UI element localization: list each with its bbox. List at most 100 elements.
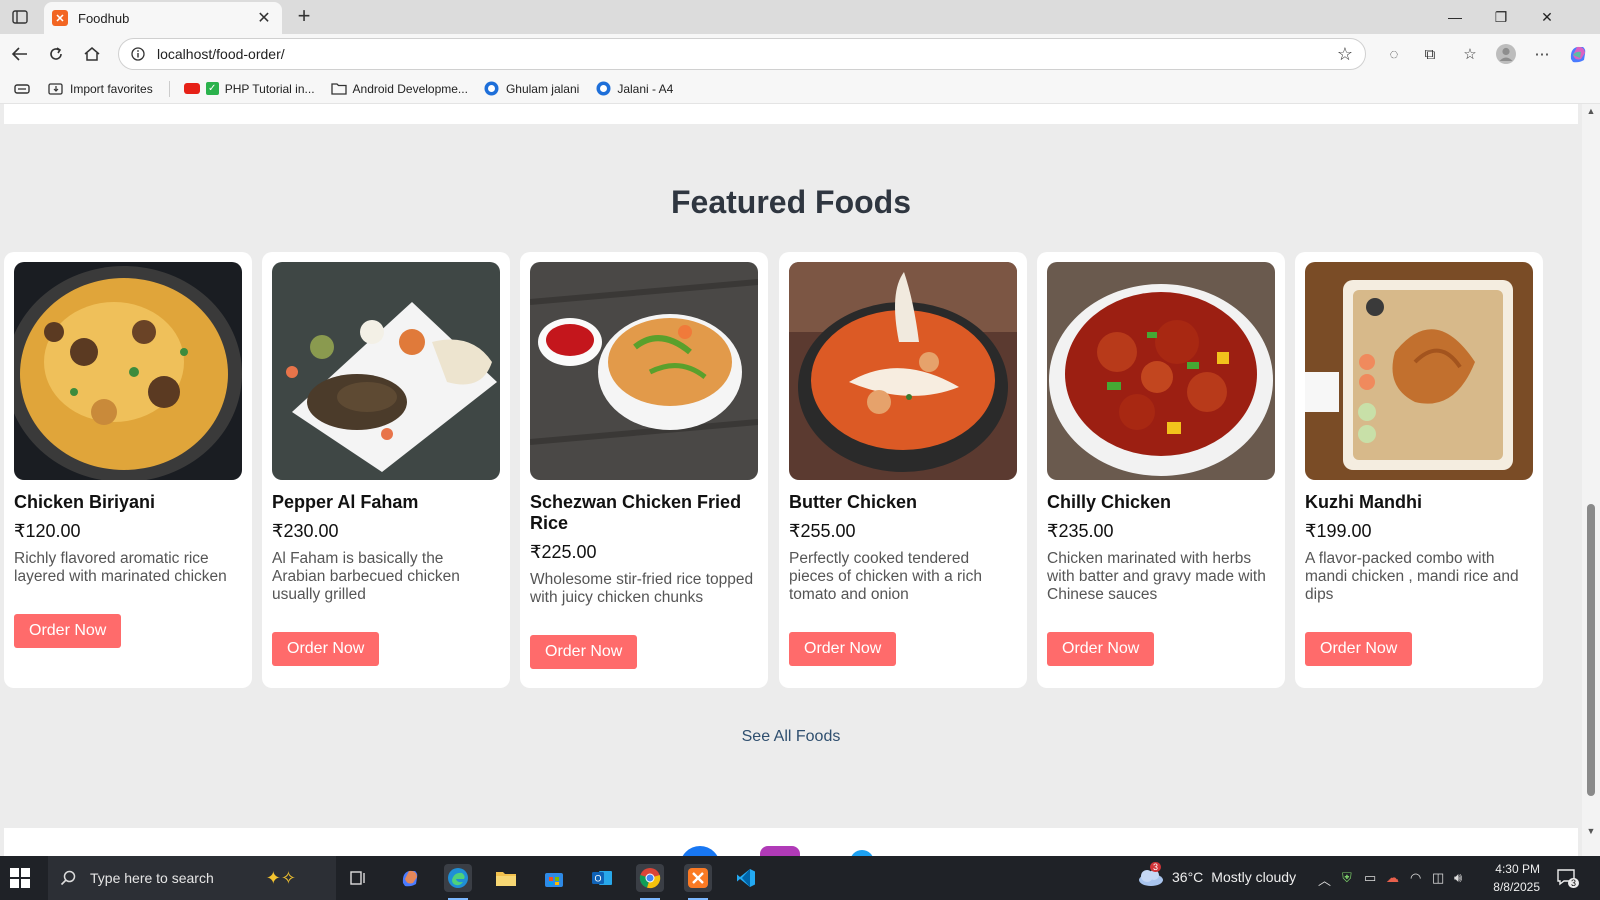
order-now-button[interactable]: Order Now — [14, 614, 122, 648]
favorites-bar: Import favorites ✓ PHP Tutorial in... An… — [0, 74, 1600, 104]
food-price: ₹255.00 — [789, 521, 856, 541]
system-clock[interactable]: 4:30 PM 8/8/2025 — [1470, 860, 1540, 896]
food-card: Chilly Chicken ₹235.00 Chicken marinated… — [1037, 252, 1285, 688]
xampp-icon[interactable] — [684, 864, 712, 900]
fav-ghulam-jalani[interactable]: Ghulam jalani — [484, 81, 580, 96]
section-title: Featured Foods — [670, 184, 911, 220]
notification-count: 3 — [1568, 878, 1580, 888]
favorite-star-icon[interactable]: ☆ — [1337, 44, 1353, 65]
facebook-icon[interactable] — [680, 846, 720, 856]
food-price: ₹235.00 — [1047, 521, 1114, 541]
fav-label: Import favorites — [70, 81, 153, 96]
extension-circle-icon[interactable]: ◌ — [1382, 42, 1406, 66]
onedrive-error-icon[interactable]: ☁ — [1386, 870, 1399, 886]
youtube-icon — [183, 83, 200, 94]
microsoft-store-icon[interactable] — [540, 864, 568, 892]
profile-avatar-icon[interactable] — [1494, 42, 1518, 66]
food-price: ₹225.00 — [530, 542, 597, 562]
task-view-icon[interactable] — [345, 864, 373, 892]
address-bar[interactable]: localhost/food-order/ ☆ — [118, 38, 1366, 70]
camera-icon[interactable]: ◫ — [1432, 870, 1444, 886]
food-name: Butter Chicken — [789, 492, 918, 512]
see-all-foods-link[interactable]: See All Foods — [0, 728, 1582, 746]
page-scrollbar[interactable]: ▲ ▼ — [1582, 104, 1600, 856]
tab-actions-icon[interactable] — [8, 6, 32, 28]
fav-label: Ghulam jalani — [505, 81, 580, 96]
food-price: ₹230.00 — [272, 521, 339, 541]
header-bottom-edge — [4, 104, 1578, 124]
vscode-icon[interactable] — [732, 864, 760, 892]
wifi-icon[interactable]: ◠ — [1410, 870, 1421, 886]
food-description: Al Faham is basically the Arabian barbec… — [272, 550, 460, 603]
fav-label: PHP Tutorial in... — [224, 81, 315, 96]
food-description: Perfectly cooked tendered pieces of chic… — [789, 550, 982, 603]
food-card: Pepper Al Faham ₹230.00 Al Faham is basi… — [262, 252, 510, 688]
fav-import-favorites[interactable]: Import favorites — [48, 82, 153, 96]
notification-center-icon[interactable]: 3 — [1556, 868, 1580, 888]
order-now-button[interactable]: Order Now — [1305, 632, 1413, 666]
browser-toolbar: localhost/food-order/ ☆ ◌ ⧉ ☆ ⋯ — [0, 34, 1600, 74]
food-description: A flavor-packed combo with mandi chicken… — [1305, 550, 1519, 603]
restore-button[interactable]: ❐ — [1478, 0, 1524, 34]
favorites-bar-toggle[interactable] — [14, 83, 30, 95]
scroll-up-arrow-icon[interactable]: ▲ — [1586, 106, 1596, 116]
web-page: Featured Foods Chicken Biriyani ₹120.00 … — [0, 104, 1582, 856]
battery-icon[interactable]: ▭ — [1364, 870, 1376, 886]
title-bar: ✕ Foodhub ✕ + — ❐ ✕ — [0, 0, 1600, 34]
home-button[interactable] — [78, 40, 106, 68]
food-card: Butter Chicken ₹255.00 Perfectly cooked … — [779, 252, 1027, 688]
chrome-icon[interactable] — [636, 864, 664, 900]
fav-jalani-a4[interactable]: Jalani - A4 — [595, 81, 673, 96]
fav-android-development[interactable]: Android Developme... — [330, 81, 468, 96]
food-photo-chilly-chicken — [1047, 262, 1275, 480]
extensions-puzzle-icon[interactable]: ⧉ — [1418, 42, 1442, 66]
url-text[interactable]: localhost/food-order/ — [157, 46, 1337, 62]
file-explorer-icon[interactable] — [492, 864, 520, 892]
food-description: Chicken marinated with herbs with batter… — [1047, 550, 1266, 603]
outlook-icon[interactable]: O — [588, 864, 616, 892]
order-now-button[interactable]: Order Now — [272, 632, 380, 666]
scrollbar-thumb[interactable] — [1587, 504, 1595, 796]
profile-icon — [484, 81, 500, 96]
search-placeholder[interactable]: Type here to search — [90, 870, 214, 886]
weather-alert-badge: 3 — [1150, 862, 1162, 872]
food-card: Kuzhi Mandhi ₹199.00 A flavor-packed com… — [1295, 252, 1543, 688]
fav-label: Android Developme... — [352, 81, 468, 96]
windows-start-icon[interactable] — [10, 868, 30, 888]
copilot-taskbar-icon[interactable] — [396, 864, 424, 892]
more-options-icon[interactable]: ⋯ — [1530, 42, 1554, 66]
copilot-icon[interactable] — [1566, 42, 1590, 66]
security-shield-icon[interactable]: ⛨ — [1342, 870, 1352, 886]
food-name: Kuzhi Mandhi — [1305, 492, 1422, 512]
order-now-button[interactable]: Order Now — [530, 635, 638, 669]
edge-taskbar-icon[interactable] — [444, 864, 472, 900]
taskbar-search[interactable]: Type here to search ✦✧ — [48, 856, 336, 900]
folder-icon — [330, 82, 347, 96]
weather-temp: 36°C — [1172, 869, 1204, 885]
close-tab-icon[interactable]: ✕ — [254, 8, 274, 28]
clock-time: 4:30 PM — [1495, 862, 1540, 876]
sparkle-icon: ✦✧ — [265, 867, 296, 888]
refresh-button[interactable] — [42, 40, 70, 68]
volume-icon[interactable]: 🔊︎ — [1454, 870, 1462, 886]
order-now-button[interactable]: Order Now — [789, 632, 897, 666]
minimize-button[interactable]: — — [1432, 0, 1478, 34]
refresh-icon — [50, 47, 62, 60]
food-description: Richly flavored aromatic rice layered wi… — [14, 550, 227, 585]
new-tab-button[interactable]: + — [291, 4, 317, 30]
info-icon — [131, 47, 145, 61]
food-description: Wholesome stir-fried rice topped with ju… — [530, 571, 754, 606]
close-window-button[interactable]: ✕ — [1524, 0, 1570, 34]
order-now-button[interactable]: Order Now — [1047, 632, 1155, 666]
fav-php-tutorial[interactable]: ✓ PHP Tutorial in... — [183, 81, 315, 96]
tab-title: Foodhub — [78, 10, 130, 26]
browser-tab[interactable]: ✕ Foodhub ✕ — [44, 2, 282, 34]
food-card: Chicken Biriyani ₹120.00 Richly flavored… — [4, 252, 252, 688]
back-button[interactable] — [6, 40, 34, 68]
scroll-down-arrow-icon[interactable]: ▼ — [1586, 826, 1596, 836]
chevron-up-icon[interactable]: ︿ — [1318, 870, 1331, 889]
favorites-icon[interactable]: ☆ — [1458, 42, 1482, 66]
weather-widget[interactable]: 3 36°C Mostly cloudy — [1138, 862, 1296, 886]
instagram-icon[interactable] — [760, 846, 800, 856]
search-icon — [60, 870, 76, 886]
